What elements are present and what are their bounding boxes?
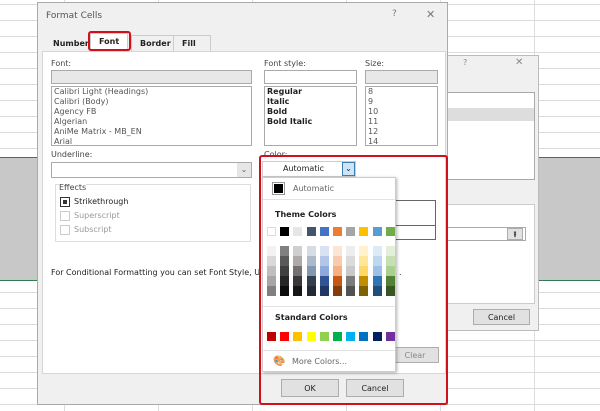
list-box[interactable] — [439, 92, 535, 180]
checkbox-label: Superscript — [74, 211, 120, 220]
collapse-icon[interactable]: ⭱ — [507, 228, 523, 240]
checkbox-label: Subscript — [74, 225, 112, 234]
effects-label: Effects — [59, 183, 87, 192]
superscript-checkbox[interactable]: Superscript — [60, 211, 120, 221]
size-option[interactable]: 9 — [366, 97, 437, 107]
close-button[interactable]: ✕ — [515, 57, 523, 68]
help-button[interactable]: ? — [392, 9, 397, 19]
style-option[interactable]: Bold Italic — [265, 117, 356, 127]
font-tab-highlight — [88, 31, 131, 51]
help-button[interactable]: ? — [463, 58, 467, 67]
font-label: Font: — [51, 59, 72, 68]
font-style-list[interactable]: Regular Italic Bold Bold Italic — [264, 86, 357, 146]
font-option[interactable]: Calibri Light (Headings) — [52, 87, 251, 97]
font-option[interactable]: Algerian — [52, 117, 251, 127]
effects-group: Effects Strikethrough Superscript Subscr… — [55, 183, 251, 242]
size-option[interactable]: 12 — [366, 127, 437, 137]
style-option[interactable]: Bold — [265, 107, 356, 117]
font-style-input[interactable] — [264, 70, 357, 84]
size-input[interactable] — [365, 70, 438, 84]
size-list[interactable]: 8 9 10 11 12 14 — [365, 86, 438, 146]
underline-label: Underline: — [51, 150, 93, 159]
cancel-button[interactable]: Cancel — [473, 309, 530, 325]
subscript-checkbox[interactable]: Subscript — [60, 225, 112, 235]
tab-fill[interactable]: Fill — [173, 35, 211, 51]
font-list[interactable]: Calibri Light (Headings) Calibri (Body) … — [51, 86, 252, 146]
size-option[interactable]: 10 — [366, 107, 437, 117]
size-label: Size: — [365, 59, 385, 68]
checkbox-label: Strikethrough — [74, 197, 129, 206]
font-option[interactable]: Calibri (Body) — [52, 97, 251, 107]
dialog-title: Format Cells — [46, 11, 103, 21]
size-option[interactable]: 14 — [366, 137, 437, 147]
underline-select[interactable]: ⌄ — [51, 162, 252, 178]
size-option[interactable]: 11 — [366, 117, 437, 127]
font-option[interactable]: Agency FB — [52, 107, 251, 117]
font-option[interactable]: AniMe Matrix - MB_EN — [52, 127, 251, 137]
style-option[interactable]: Regular — [265, 87, 356, 97]
conditional-formatting-note: For Conditional Formatting you can set F… — [51, 268, 261, 277]
chevron-down-icon[interactable]: ⌄ — [237, 163, 251, 177]
background-dialog: ? ✕ ⭱ Cancel — [439, 55, 539, 331]
font-style-label: Font style: — [264, 59, 306, 68]
close-button[interactable]: ✕ — [426, 8, 435, 21]
strikethrough-checkbox[interactable]: Strikethrough — [60, 197, 129, 207]
reference-panel: ⭱ — [439, 204, 535, 304]
font-option[interactable]: Arial — [52, 137, 251, 147]
font-input[interactable] — [51, 70, 252, 84]
style-option[interactable]: Italic — [265, 97, 356, 107]
color-highlight — [259, 155, 448, 405]
size-option[interactable]: 8 — [366, 87, 437, 97]
